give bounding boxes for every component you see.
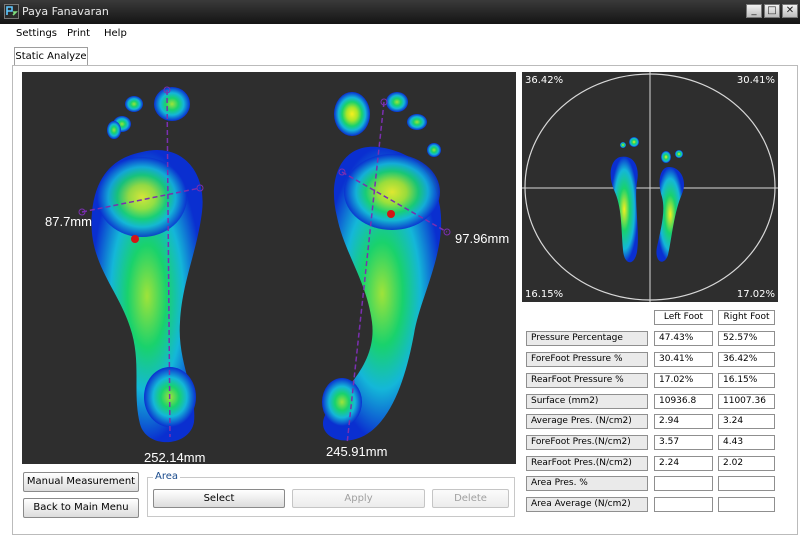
left-foot-center-dot: [131, 235, 139, 243]
right-surface: 11007.36: [718, 394, 775, 409]
menu-help[interactable]: Help: [104, 28, 127, 39]
quadrant-top-left: 36.42%: [525, 75, 564, 86]
left-area-pres: [654, 476, 713, 491]
right-foot-width-label: 97.96mm: [455, 231, 510, 246]
menu-bar: Settings Print Help: [0, 24, 800, 44]
row-label-surface: Surface (mm2): [526, 394, 648, 409]
mini-right-foot: [656, 150, 685, 262]
app-logo-icon: [4, 4, 19, 19]
left-foot-width-label: 87.7mm: [45, 214, 92, 229]
column-header-right-foot: Right Foot: [718, 310, 775, 325]
delete-button[interactable]: Delete: [432, 489, 509, 508]
left-area-average: [654, 497, 713, 512]
left-pressure-percentage: 47.43%: [654, 331, 713, 346]
right-forefoot-pressure: 36.42%: [718, 352, 775, 367]
quadrant-top-right: 30.41%: [736, 75, 775, 86]
title-bar: Paya Fanavaran _ □ ✕: [0, 0, 800, 24]
minimize-button[interactable]: _: [746, 4, 762, 18]
back-to-main-menu-button[interactable]: Back to Main Menu: [23, 498, 139, 518]
row-label-area-pres: Area Pres. %: [526, 476, 648, 491]
left-average-pressure: 2.94: [654, 414, 713, 429]
quadrant-bottom-right: 17.02%: [736, 289, 775, 300]
left-surface: 10936.8: [654, 394, 713, 409]
right-foot-length-label: 245.91mm: [326, 444, 388, 459]
balance-quadrant-view: 36.42% 30.41% 16.15% 17.02%: [522, 72, 778, 302]
row-label-average-pressure: Average Pres. (N/cm2): [526, 414, 648, 429]
row-label-forefoot-pressure: ForeFoot Pressure %: [526, 352, 648, 367]
area-group-label: Area: [153, 471, 181, 482]
left-forefoot-pressure: 30.41%: [654, 352, 713, 367]
foot-pressure-map[interactable]: 87.7mm 97.96mm 252.14mm 245.91mm: [22, 72, 516, 464]
close-button[interactable]: ✕: [782, 4, 798, 18]
left-forefoot-pres: 3.57: [654, 435, 713, 450]
left-rearfoot-pressure: 17.02%: [654, 373, 713, 388]
right-average-pressure: 3.24: [718, 414, 775, 429]
right-forefoot-pres: 4.43: [718, 435, 775, 450]
column-header-left-foot: Left Foot: [654, 310, 713, 325]
row-label-rearfoot-pres: RearFoot Pres.(N/cm2): [526, 456, 648, 471]
row-label-rearfoot-pressure: RearFoot Pressure %: [526, 373, 648, 388]
pressure-heatmap: [78, 86, 451, 445]
left-foot-length-label: 252.14mm: [144, 450, 206, 464]
right-rearfoot-pressure: 16.15%: [718, 373, 775, 388]
right-foot-center-dot: [387, 210, 395, 218]
mini-left-foot: [610, 137, 639, 263]
maximize-button[interactable]: □: [764, 4, 780, 18]
menu-settings[interactable]: Settings: [16, 28, 57, 39]
row-label-forefoot-pres: ForeFoot Pres.(N/cm2): [526, 435, 648, 450]
select-button[interactable]: Select: [153, 489, 285, 508]
right-rearfoot-pres: 2.02: [718, 456, 775, 471]
left-rearfoot-pres: 2.24: [654, 456, 713, 471]
menu-print[interactable]: Print: [67, 28, 90, 39]
right-foot-print: [322, 92, 442, 441]
tab-static-analyze[interactable]: Static Analyze: [14, 47, 88, 65]
left-foot-print: [91, 87, 203, 443]
window-title: Paya Fanavaran: [22, 5, 109, 18]
manual-measurement-button[interactable]: Manual Measurement: [23, 472, 139, 492]
row-label-pressure-percentage: Pressure Percentage: [526, 331, 648, 346]
quadrant-bottom-left: 16.15%: [525, 289, 564, 300]
right-area-average: [718, 497, 775, 512]
row-label-area-average: Area Average (N/cm2): [526, 497, 648, 512]
balance-circle-chart: [522, 72, 778, 302]
apply-button[interactable]: Apply: [292, 489, 425, 508]
right-area-pres: [718, 476, 775, 491]
right-pressure-percentage: 52.57%: [718, 331, 775, 346]
